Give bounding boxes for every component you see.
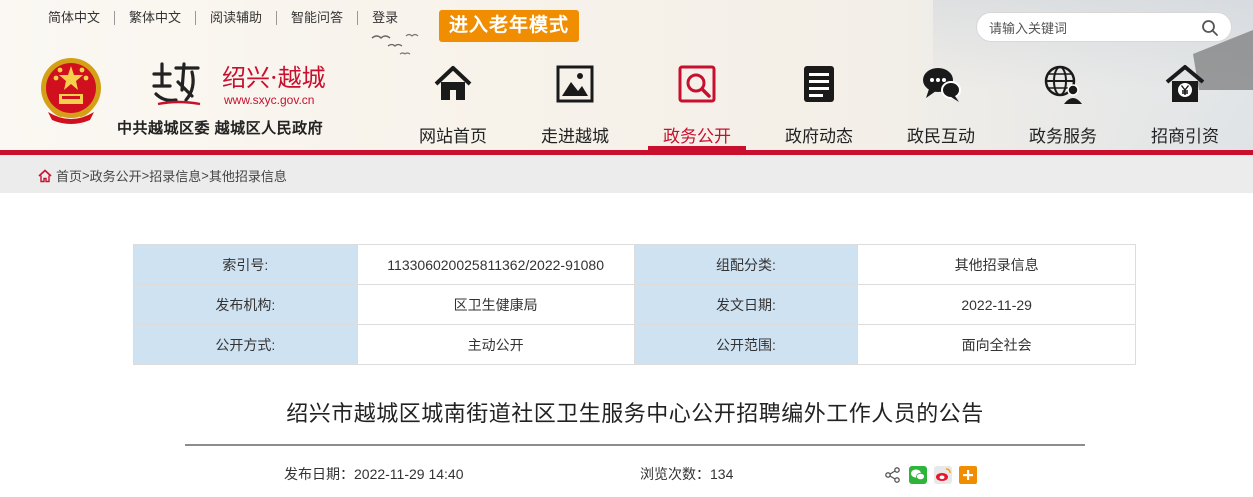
nav-label-gov-affairs: 政务公开	[663, 127, 731, 146]
nav-item-investment[interactable]: 招商引资	[1130, 60, 1240, 150]
site-header: 简体中文 繁体中文 阅读辅助 智能问答 登录 进入老年模式 绍兴	[0, 0, 1253, 150]
organization-name: 中共越城区委 越城区人民政府	[117, 120, 324, 137]
weibo-icon[interactable]	[934, 466, 952, 484]
breadcrumb-sep: >	[141, 168, 150, 183]
breadcrumb: 首页 > 政务公开 > 招录信息 > 其他招录信息	[38, 166, 287, 185]
share-bar	[884, 466, 977, 484]
info-key-disclosure-method: 公开方式:	[133, 324, 358, 365]
info-key-issue-date: 发文日期:	[633, 284, 859, 325]
yuecheng-logo-mark-icon	[152, 62, 201, 106]
breadcrumb-sep: >	[201, 168, 209, 183]
breadcrumb-other-recruitment[interactable]: 其他招录信息	[209, 166, 287, 185]
search-document-icon	[678, 65, 716, 103]
news-icon	[804, 66, 834, 102]
nav-item-gov-news[interactable]: 政府动态	[764, 60, 874, 150]
view-count-label: 浏览次数：	[640, 466, 710, 482]
nav-label-about: 走进越城	[541, 127, 609, 146]
publish-date: 发布日期：2022-11-29 14:40	[284, 464, 464, 484]
nav-item-interaction[interactable]: 政民互动	[886, 60, 996, 150]
logo-url: www.sxyc.gov.cn	[224, 93, 315, 107]
title-divider	[185, 444, 1085, 446]
search-input[interactable]	[989, 19, 1189, 37]
table-row: 公开方式: 主动公开 公开范围: 面向全社会	[133, 324, 1136, 365]
publish-date-label: 发布日期：	[284, 466, 354, 482]
breadcrumb-gov-affairs[interactable]: 政务公开	[90, 166, 142, 185]
nav-label-home: 网站首页	[419, 127, 487, 146]
info-value-index: 113306020025811362/2022-91080	[356, 244, 635, 285]
info-value-publisher: 区卫生健康局	[356, 284, 635, 325]
nav-item-about[interactable]: 走进越城	[520, 60, 630, 150]
breadcrumb-home-icon	[38, 168, 52, 182]
top-utility-nav: 简体中文 繁体中文 阅读辅助 智能问答 登录	[34, 8, 412, 28]
info-value-issue-date: 2022-11-29	[857, 284, 1136, 325]
yuan-house-icon	[1165, 65, 1205, 102]
chat-icon	[923, 68, 961, 102]
picture-icon	[556, 65, 594, 103]
link-reading-assist[interactable]: 阅读辅助	[196, 11, 278, 25]
link-smart-qa[interactable]: 智能问答	[277, 11, 359, 25]
view-count: 浏览次数：134	[640, 464, 733, 484]
article-title: 绍兴市越城区城南街道社区卫生服务中心公开招聘编外工作人员的公告	[286, 401, 984, 426]
elder-mode-button[interactable]: 进入老年模式	[439, 10, 579, 42]
nav-label-gov-services: 政务服务	[1029, 127, 1097, 146]
more-share-icon[interactable]	[959, 466, 977, 484]
table-row: 发布机构: 区卫生健康局 发文日期: 2022-11-29	[133, 284, 1136, 325]
search-icon[interactable]	[1201, 19, 1219, 37]
wechat-icon[interactable]	[909, 466, 927, 484]
info-value-category: 其他招录信息	[857, 244, 1136, 285]
nav-item-gov-affairs[interactable]: 政务公开	[642, 60, 752, 150]
breadcrumb-sep: >	[82, 168, 90, 183]
nav-label-interaction: 政民互动	[907, 127, 975, 146]
info-key-category: 组配分类:	[633, 244, 859, 285]
info-key-disclosure-scope: 公开范围:	[633, 324, 859, 365]
table-row: 索引号: 113306020025811362/2022-91080 组配分类:…	[133, 244, 1136, 285]
globe-user-icon	[1044, 65, 1082, 104]
search-box	[976, 12, 1232, 42]
info-key-publisher: 发布机构:	[133, 284, 358, 325]
breadcrumb-home[interactable]: 首页	[56, 166, 82, 185]
national-emblem-icon	[41, 58, 101, 124]
view-count-value: 134	[710, 466, 734, 482]
nav-item-gov-services[interactable]: 政务服务	[1008, 60, 1118, 150]
nav-label-investment: 招商引资	[1151, 127, 1219, 146]
home-icon	[434, 66, 472, 100]
nav-item-home[interactable]: 网站首页	[398, 60, 508, 150]
info-key-index: 索引号:	[133, 244, 358, 285]
link-simplified-chinese[interactable]: 简体中文	[34, 11, 116, 25]
breadcrumb-bar: 首页 > 政务公开 > 招录信息 > 其他招录信息	[0, 155, 1253, 193]
link-login[interactable]: 登录	[358, 11, 412, 25]
breadcrumb-recruitment[interactable]: 招录信息	[149, 166, 201, 185]
document-info-table: 索引号: 113306020025811362/2022-91080 组配分类:…	[133, 244, 1136, 365]
info-value-disclosure-scope: 面向全社会	[857, 324, 1136, 365]
share-icon[interactable]	[884, 466, 902, 484]
publish-date-value: 2022-11-29 14:40	[354, 466, 464, 482]
logo-name: 绍兴·越城	[222, 64, 326, 92]
info-value-disclosure-method: 主动公开	[356, 324, 635, 365]
birds-decoration-icon	[371, 33, 419, 55]
nav-label-gov-news: 政府动态	[785, 127, 853, 146]
link-traditional-chinese[interactable]: 繁体中文	[115, 11, 197, 25]
